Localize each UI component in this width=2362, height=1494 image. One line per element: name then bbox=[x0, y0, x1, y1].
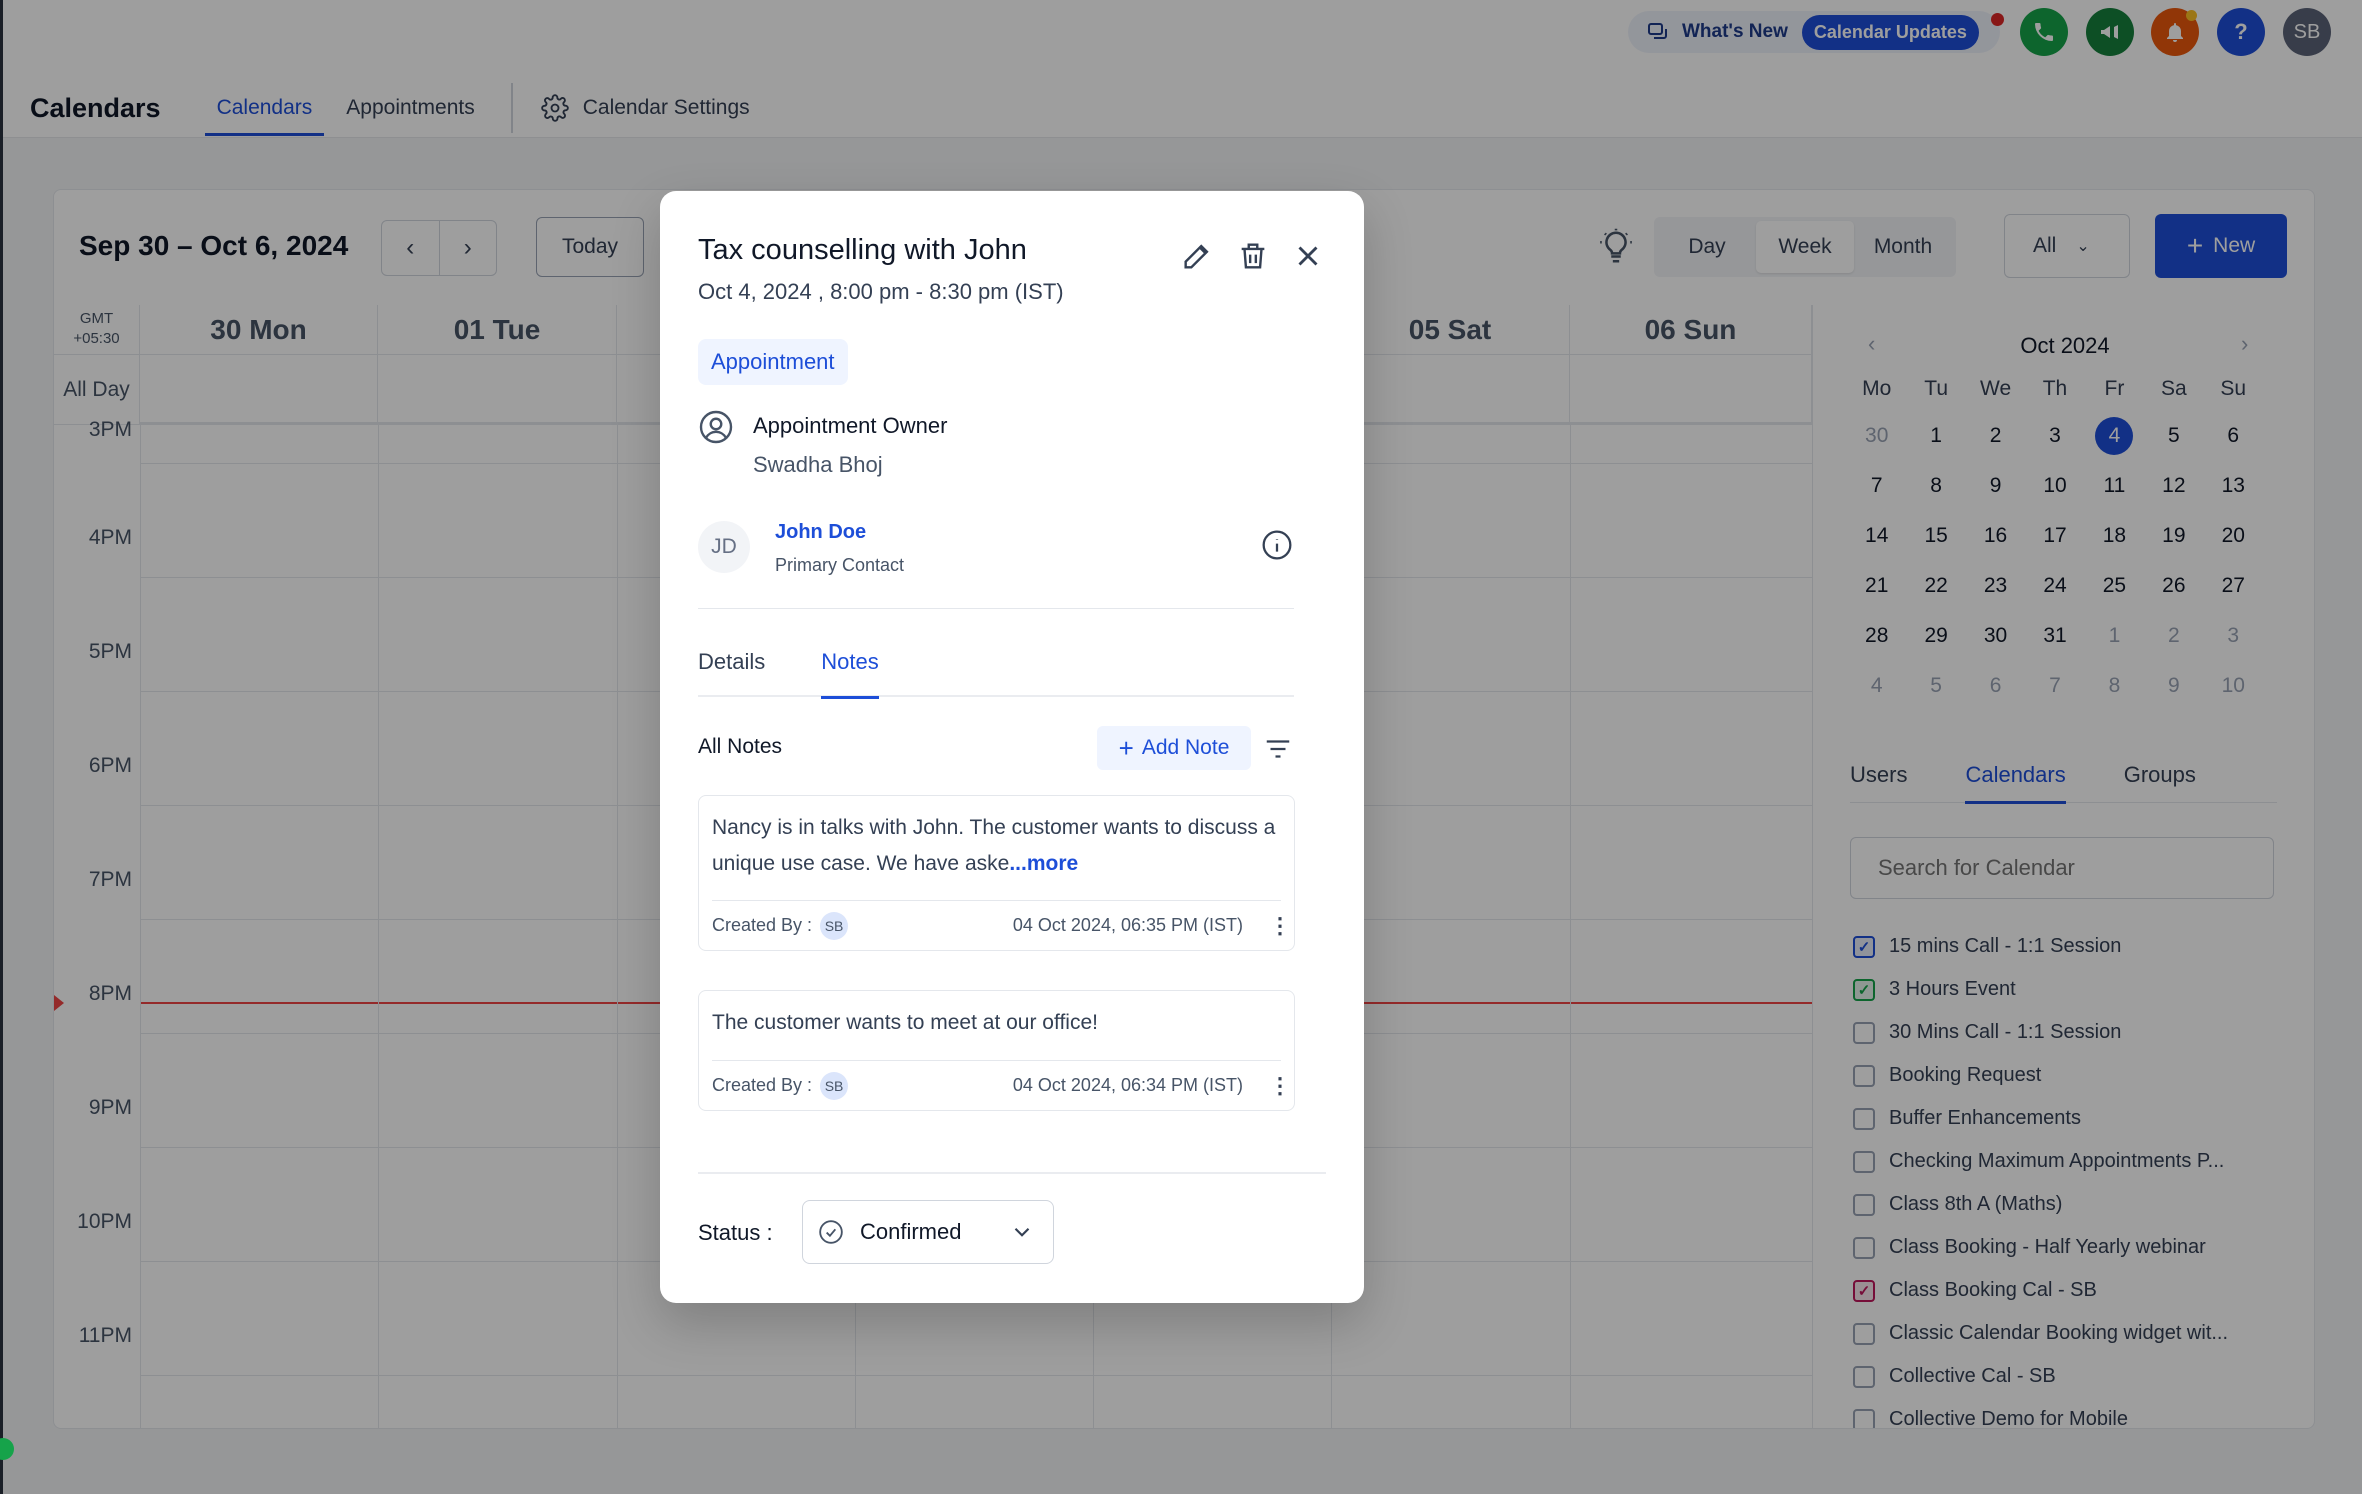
note-card: The customer wants to meet at our office… bbox=[698, 990, 1295, 1111]
modal-tabs: Details Notes bbox=[698, 649, 1294, 699]
created-by-label: Created By : bbox=[712, 915, 813, 935]
note-footer: Created By : SB 04 Oct 2024, 06:35 PM (I… bbox=[712, 900, 1291, 950]
chevron-down-icon bbox=[1014, 1227, 1030, 1237]
status-label: Status : bbox=[698, 1220, 773, 1245]
divider bbox=[698, 608, 1294, 609]
note-body: The customer wants to meet at our office… bbox=[712, 1011, 1098, 1034]
appointment-title: Tax counselling with John bbox=[698, 234, 1027, 266]
note-card: Nancy is in talks with John. The custome… bbox=[698, 795, 1295, 951]
check-circle-icon bbox=[819, 1220, 843, 1244]
info-icon[interactable] bbox=[1261, 529, 1293, 561]
note-date: 04 Oct 2024, 06:34 PM (IST) bbox=[1012, 1075, 1243, 1095]
add-note-button[interactable]: + Add Note bbox=[1097, 726, 1251, 770]
note-footer: Created By : SB 04 Oct 2024, 06:34 PM (I… bbox=[712, 1060, 1291, 1110]
appointment-modal: Tax counselling with John Oct 4, 2024 , … bbox=[660, 191, 1364, 1303]
filter-icon[interactable] bbox=[1263, 734, 1293, 764]
close-icon[interactable] bbox=[1291, 239, 1325, 273]
tab-notes[interactable]: Notes bbox=[821, 649, 880, 699]
created-by-label: Created By : bbox=[712, 1075, 813, 1095]
owner-label: Appointment Owner bbox=[753, 413, 948, 438]
plus-icon: + bbox=[1118, 732, 1134, 763]
edit-icon[interactable] bbox=[1180, 239, 1214, 273]
appointment-time: Oct 4, 2024 , 8:00 pm - 8:30 pm (IST) bbox=[698, 279, 1064, 304]
add-note-label: Add Note bbox=[1141, 736, 1230, 759]
status-value: Confirmed bbox=[860, 1219, 962, 1244]
note-more-link[interactable]: ...more bbox=[1009, 852, 1078, 875]
type-badge: Appointment bbox=[698, 339, 848, 385]
more-vertical-icon[interactable]: ⋮ bbox=[1269, 913, 1291, 939]
all-notes-label: All Notes bbox=[698, 735, 783, 758]
user-circle-icon bbox=[699, 410, 733, 444]
author-avatar: SB bbox=[820, 1071, 849, 1100]
author-avatar: SB bbox=[820, 911, 849, 940]
note-body: Nancy is in talks with John. The custome… bbox=[712, 816, 1276, 875]
note-text: The customer wants to meet at our office… bbox=[699, 991, 1294, 1041]
status-select[interactable]: Confirmed bbox=[802, 1200, 1054, 1264]
note-date: 04 Oct 2024, 06:35 PM (IST) bbox=[1012, 915, 1243, 935]
more-vertical-icon[interactable]: ⋮ bbox=[1269, 1073, 1291, 1099]
owner-name: Swadha Bhoj bbox=[753, 452, 883, 477]
contact-avatar: JD bbox=[698, 521, 750, 573]
contact-name-link[interactable]: John Doe bbox=[775, 521, 866, 544]
contact-role: Primary Contact bbox=[775, 555, 905, 575]
divider bbox=[698, 1172, 1326, 1174]
tab-details[interactable]: Details bbox=[698, 649, 765, 697]
trash-icon[interactable] bbox=[1236, 239, 1270, 273]
note-text: Nancy is in talks with John. The custome… bbox=[699, 796, 1294, 882]
